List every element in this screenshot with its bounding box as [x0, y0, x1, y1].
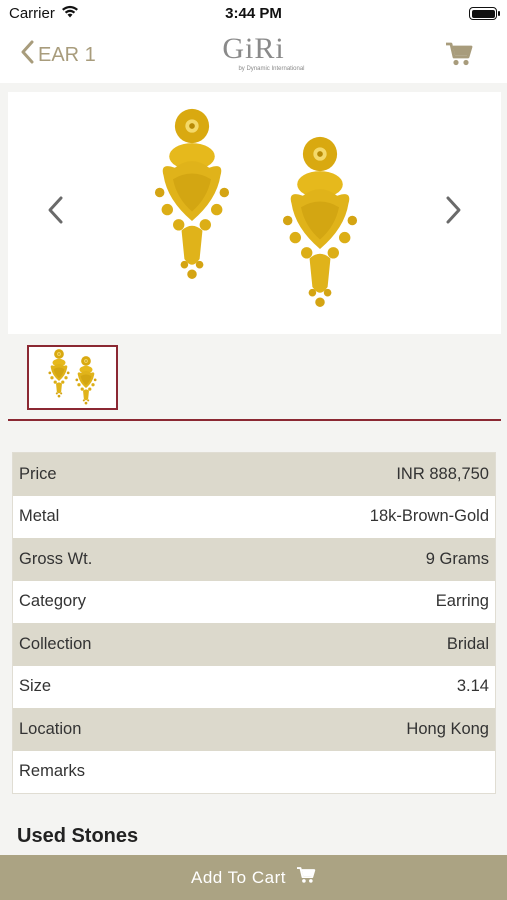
- earring-product-image: [154, 108, 358, 307]
- spec-row-remarks: Remarks: [13, 750, 495, 793]
- status-bar: Carrier 3:44 PM: [0, 0, 507, 28]
- product-image-gallery[interactable]: [8, 92, 501, 334]
- add-to-cart-label: Add To Cart: [191, 867, 286, 887]
- battery-icon: [469, 7, 500, 20]
- chevron-right-icon[interactable]: [445, 195, 463, 230]
- spec-row-metal: Metal 18k-Brown-Gold: [13, 495, 495, 538]
- chevron-left-icon[interactable]: [46, 195, 64, 230]
- spec-label: Category: [19, 592, 86, 611]
- spec-row-collection: Collection Bridal: [13, 623, 495, 666]
- add-to-cart-button[interactable]: Add To Cart: [0, 855, 507, 900]
- used-stones-heading: Used Stones: [17, 825, 139, 847]
- logo-tagline: by Dynamic International: [238, 66, 305, 72]
- spec-value: 3.14: [456, 677, 489, 696]
- spec-label: Collection: [19, 634, 92, 653]
- section-divider: [8, 419, 501, 421]
- spec-label: Gross Wt.: [19, 549, 93, 568]
- spec-row-category: Category Earring: [13, 580, 495, 623]
- giri-logo: GiRi by Dynamic International: [0, 32, 507, 72]
- spec-value: 9 Grams: [425, 549, 489, 568]
- cart-icon[interactable]: [445, 41, 473, 72]
- spec-value: 18k-Brown-Gold: [369, 507, 489, 526]
- spec-row-price: Price INR 888,750: [13, 453, 495, 496]
- spec-value: INR 888,750: [396, 464, 489, 483]
- spec-label: Remarks: [19, 762, 86, 781]
- thumbnail-strip: [0, 334, 507, 422]
- spec-label: Size: [19, 677, 52, 696]
- spec-label: Location: [19, 719, 82, 738]
- spec-label: Price: [19, 464, 57, 483]
- logo-wordmark: GiRi: [222, 32, 285, 65]
- thumbnail-earring[interactable]: [27, 345, 118, 410]
- spec-row-location: Location Hong Kong: [13, 708, 495, 751]
- spec-value: Earring: [435, 592, 489, 611]
- spec-row-gross-weight: Gross Wt. 9 Grams: [13, 538, 495, 581]
- product-specs-table: Price INR 888,750 Metal 18k-Brown-Gold Gro…: [12, 452, 496, 794]
- cart-icon: [296, 866, 316, 889]
- navigation-bar: EAR 1 GiRi by Dynamic International: [0, 28, 507, 83]
- spec-value: Bridal: [446, 634, 489, 653]
- spec-label: Metal: [19, 507, 60, 526]
- spec-value: Hong Kong: [406, 719, 489, 738]
- status-time: 3:44 PM: [225, 5, 282, 22]
- spec-row-size: Size 3.14: [13, 665, 495, 708]
